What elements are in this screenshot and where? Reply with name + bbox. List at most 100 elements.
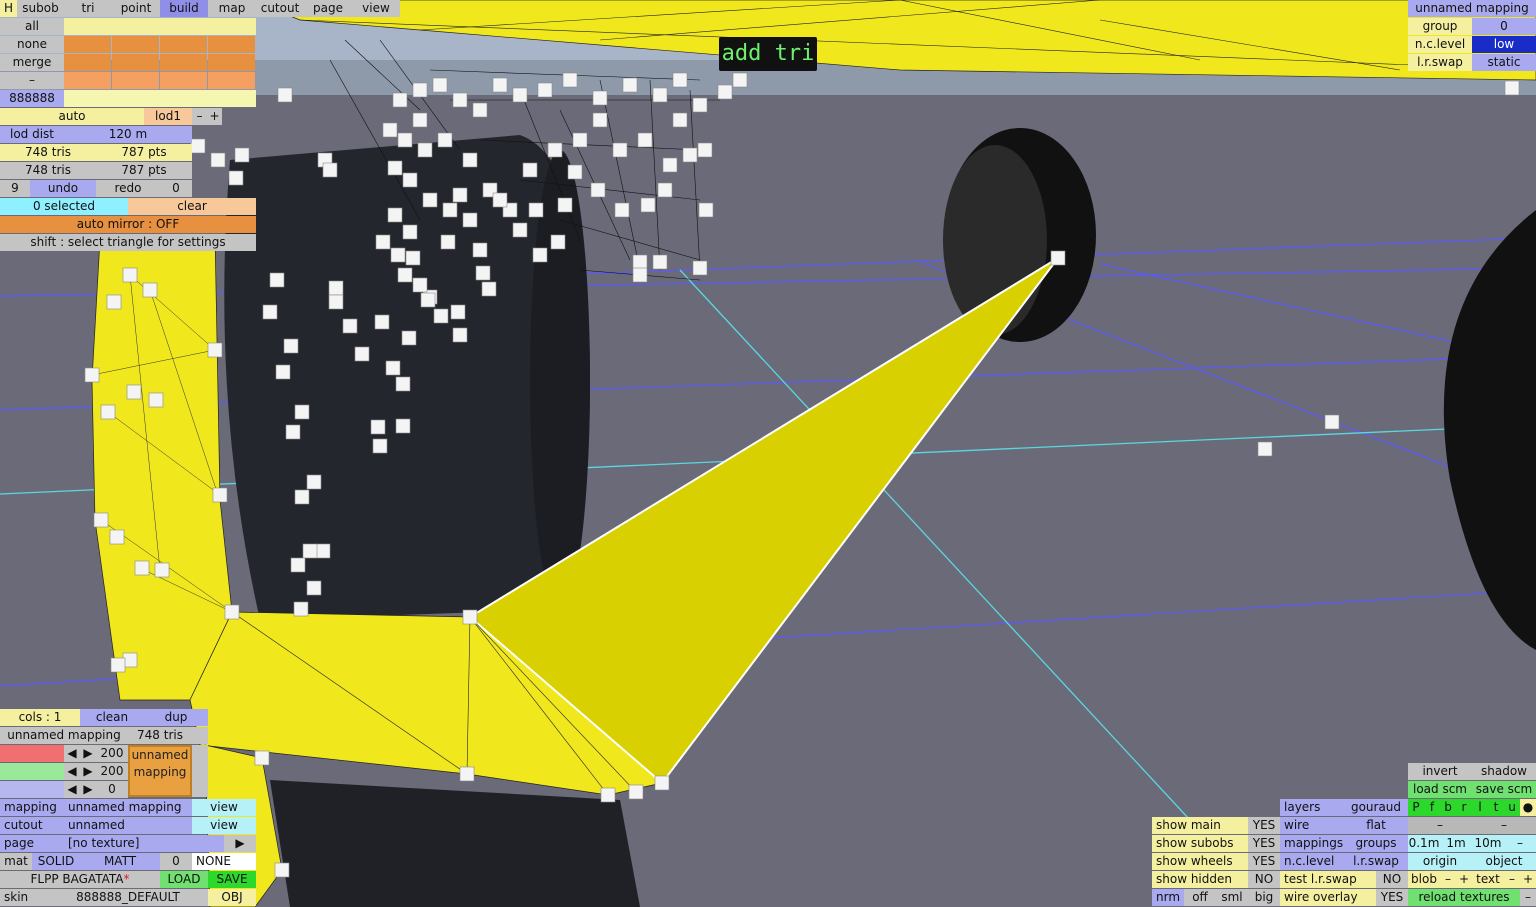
scroll-top[interactable] (192, 727, 208, 744)
blue-left-arrow[interactable]: ◀ (64, 781, 80, 798)
vertex-handle[interactable] (212, 487, 228, 503)
vertex-handle[interactable] (1050, 250, 1066, 266)
vertex-handle[interactable] (395, 376, 411, 392)
group-value[interactable]: 0 (1472, 18, 1536, 35)
flag-button[interactable]: l (1472, 799, 1488, 816)
skin-value[interactable]: 888888_DEFAULT (48, 889, 208, 906)
vertex-handle[interactable] (590, 182, 606, 198)
vertex-handle[interactable] (592, 90, 608, 106)
show-hidden-toggle[interactable]: NO (1248, 871, 1280, 888)
wire-button[interactable]: wire (1280, 817, 1344, 834)
grid-10m-button[interactable]: 10m (1472, 835, 1504, 852)
load-button[interactable]: LOAD (160, 871, 208, 888)
vertex-handle[interactable] (126, 384, 142, 400)
vertex-handle[interactable] (692, 97, 708, 113)
blue-right-arrow[interactable]: ▶ (80, 781, 96, 798)
vertex-handle[interactable] (374, 314, 390, 330)
color-swatch[interactable] (64, 36, 111, 53)
vertex-handle[interactable] (432, 77, 448, 93)
red-right-arrow[interactable]: ▶ (80, 745, 96, 762)
vertex-handle[interactable] (612, 142, 628, 158)
clear-button[interactable]: clear (128, 198, 256, 215)
color-swatch[interactable] (64, 72, 111, 89)
blob-minus-button[interactable]: – (1440, 871, 1456, 888)
viewport-3d[interactable] (0, 0, 1536, 907)
vertex-handle[interactable] (262, 304, 278, 320)
vertex-handle[interactable] (342, 318, 358, 334)
flag-button[interactable]: t (1488, 799, 1504, 816)
vertex-handle[interactable] (567, 164, 583, 180)
vertex-handle[interactable] (732, 72, 748, 88)
vertex-handle[interactable] (224, 604, 240, 620)
text-minus-button[interactable]: – (1504, 871, 1520, 888)
vertex-handle[interactable] (472, 242, 488, 258)
nc-level-button[interactable]: n.c.level (1280, 853, 1344, 870)
grid-1m-button[interactable]: 1m (1440, 835, 1472, 852)
vertex-handle[interactable] (387, 160, 403, 176)
flag-button[interactable]: r (1456, 799, 1472, 816)
flag-button[interactable]: f (1424, 799, 1440, 816)
cutout-view-button[interactable]: view (192, 817, 256, 834)
size-nrm[interactable]: nrm (1152, 889, 1184, 906)
vertex-handle[interactable] (385, 360, 401, 376)
page-arrow-button[interactable]: ▶ (224, 835, 256, 852)
gouraud-button[interactable]: gouraud (1344, 799, 1408, 816)
blue-slider[interactable] (0, 781, 64, 798)
flag-button[interactable]: u (1504, 799, 1520, 816)
matt-button[interactable]: MATT (80, 853, 160, 870)
vertex-handle[interactable] (397, 267, 413, 283)
vertex-handle[interactable] (290, 557, 306, 573)
vertex-handle[interactable] (142, 282, 158, 298)
auto-mirror-toggle[interactable]: auto mirror : OFF (0, 216, 256, 233)
vertex-handle[interactable] (632, 254, 648, 270)
origin-button[interactable]: origin (1408, 853, 1472, 870)
grid-minus-button[interactable]: – (1504, 835, 1536, 852)
flat-button[interactable]: flat (1344, 817, 1408, 834)
color-swatch[interactable] (160, 54, 207, 71)
vertex-handle[interactable] (1257, 441, 1273, 457)
dash-button[interactable]: – (0, 72, 64, 89)
blob-plus-button[interactable]: + (1456, 871, 1472, 888)
show-subobs-toggle[interactable]: YES (1248, 835, 1280, 852)
lr-swap-button[interactable]: l.r.swap (1344, 853, 1408, 870)
vertex-handle[interactable] (134, 560, 150, 576)
save-button[interactable]: SAVE (208, 871, 256, 888)
vertex-handle[interactable] (294, 489, 310, 505)
lod-auto-button[interactable]: auto (0, 108, 144, 125)
select-all-button[interactable]: all (0, 18, 64, 35)
vertex-handle[interactable] (190, 138, 206, 154)
vertex-handle[interactable] (512, 87, 528, 103)
vertex-handle[interactable] (122, 267, 138, 283)
vertex-handle[interactable] (228, 170, 244, 186)
vertex-handle[interactable] (592, 112, 608, 128)
vertex-handle[interactable] (692, 260, 708, 276)
color-swatch[interactable] (208, 72, 255, 89)
vertex-handle[interactable] (522, 162, 538, 178)
vertex-handle[interactable] (462, 152, 478, 168)
text-plus-button[interactable]: + (1520, 871, 1536, 888)
dash-button-1[interactable]: – (1408, 817, 1472, 834)
color-swatch[interactable] (112, 54, 159, 71)
vertex-handle[interactable] (234, 147, 250, 163)
vertex-handle[interactable] (600, 787, 616, 803)
vertex-handle[interactable] (275, 364, 291, 380)
undo-button[interactable]: undo (30, 180, 96, 197)
mappings-button[interactable]: mappings (1280, 835, 1344, 852)
tab-map[interactable]: map (208, 0, 256, 17)
dash-button-2[interactable]: – (1472, 817, 1536, 834)
vertex-handle[interactable] (512, 222, 528, 238)
vertex-handle[interactable] (315, 543, 331, 559)
vertex-handle[interactable] (572, 132, 588, 148)
vertex-handle[interactable] (652, 254, 668, 270)
wire-overlay-toggle[interactable]: YES (1376, 889, 1408, 906)
vertex-handle[interactable] (532, 247, 548, 263)
color-code-swatch[interactable] (64, 90, 256, 107)
red-value[interactable]: 200 (96, 745, 128, 762)
vertex-handle[interactable] (462, 212, 478, 228)
vertex-handle[interactable] (294, 404, 310, 420)
red-slider[interactable] (0, 745, 64, 762)
lod-plus-button[interactable]: + (207, 108, 222, 125)
blue-value[interactable]: 0 (96, 781, 128, 798)
vertex-handle[interactable] (390, 247, 406, 263)
object-button[interactable]: object (1472, 853, 1536, 870)
